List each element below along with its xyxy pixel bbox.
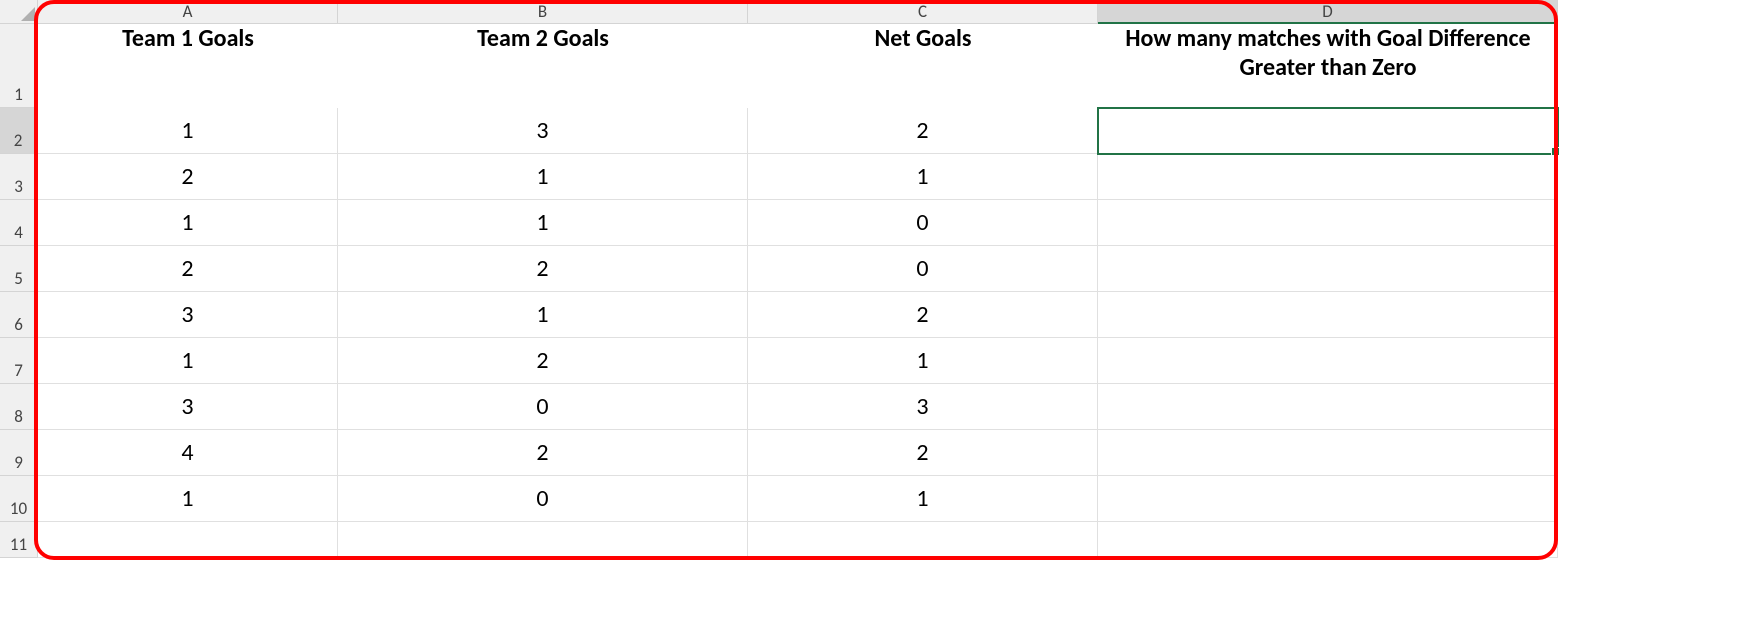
- cell-A5[interactable]: 2: [38, 246, 338, 292]
- cell-D5[interactable]: [1098, 246, 1558, 292]
- cell-C5[interactable]: 0: [748, 246, 1098, 292]
- cell-C6[interactable]: 2: [748, 292, 1098, 338]
- cell-text: Net Goals: [748, 24, 1098, 108]
- cell-text: 3: [536, 116, 548, 145]
- cell-B7[interactable]: 2: [338, 338, 748, 384]
- cell-C7[interactable]: 1: [748, 338, 1098, 384]
- cell-text: 1: [916, 162, 928, 191]
- cell-C8[interactable]: 3: [748, 384, 1098, 430]
- cell-text: 3: [916, 392, 928, 421]
- cell-text: 1: [181, 484, 193, 513]
- cell-text: Team 2 Goals: [338, 24, 748, 108]
- cell-D3[interactable]: [1098, 154, 1558, 200]
- cell-text: 3: [181, 392, 193, 421]
- cell-text: 2: [916, 300, 928, 329]
- cell-text: 2: [916, 438, 928, 467]
- col-header-B[interactable]: B: [338, 0, 748, 24]
- cell-text: 0: [536, 392, 548, 421]
- row-header-7[interactable]: 7: [0, 338, 38, 384]
- cell-A9[interactable]: 4: [38, 430, 338, 476]
- cell-text: 1: [536, 208, 548, 237]
- cell-B4[interactable]: 1: [338, 200, 748, 246]
- cell-A6[interactable]: 3: [38, 292, 338, 338]
- cell-C11[interactable]: [748, 522, 1098, 558]
- cell-text: 2: [181, 254, 193, 283]
- cell-text: 1: [536, 162, 548, 191]
- cell-D6[interactable]: [1098, 292, 1558, 338]
- row-header-2[interactable]: 2: [0, 108, 38, 154]
- cell-B2[interactable]: 3: [338, 108, 748, 154]
- cell-D7[interactable]: [1098, 338, 1558, 384]
- cell-text: 1: [916, 484, 928, 513]
- row-header-5[interactable]: 5: [0, 246, 38, 292]
- cell-C9[interactable]: 2: [748, 430, 1098, 476]
- cell-D4[interactable]: [1098, 200, 1558, 246]
- cell-text: 1: [536, 300, 548, 329]
- cell-text: 4: [181, 438, 193, 467]
- cell-C2[interactable]: 2: [748, 108, 1098, 154]
- select-all-corner[interactable]: [0, 0, 38, 24]
- cell-text: 0: [536, 484, 548, 513]
- cell-B10[interactable]: 0: [338, 476, 748, 522]
- cell-B8[interactable]: 0: [338, 384, 748, 430]
- row-header-9[interactable]: 9: [0, 430, 38, 476]
- cell-text: 0: [916, 208, 928, 237]
- row-header-6[interactable]: 6: [0, 292, 38, 338]
- cell-text: 2: [181, 162, 193, 191]
- cell-D8[interactable]: [1098, 384, 1558, 430]
- cell-A11[interactable]: [38, 522, 338, 558]
- cell-text: 0: [916, 254, 928, 283]
- cell-C10[interactable]: 1: [748, 476, 1098, 522]
- cell-text: 1: [181, 208, 193, 237]
- spreadsheet-grid: A B C D 1 Team 1 Goals Team 2 Goals Net …: [0, 0, 1761, 558]
- cell-A10[interactable]: 1: [38, 476, 338, 522]
- cell-D10[interactable]: [1098, 476, 1558, 522]
- col-header-C[interactable]: C: [748, 0, 1098, 24]
- cell-text: How many matches with Goal Difference Gr…: [1098, 24, 1558, 108]
- cell-text: 2: [916, 116, 928, 145]
- row-header-8[interactable]: 8: [0, 384, 38, 430]
- cell-text: 2: [536, 438, 548, 467]
- cell-D9[interactable]: [1098, 430, 1558, 476]
- cell-text: 1: [181, 346, 193, 375]
- cell-C3[interactable]: 1: [748, 154, 1098, 200]
- col-header-D[interactable]: D: [1098, 0, 1558, 24]
- row-header-4[interactable]: 4: [0, 200, 38, 246]
- cell-text: 1: [181, 116, 193, 145]
- cell-B9[interactable]: 2: [338, 430, 748, 476]
- cell-text: 2: [536, 346, 548, 375]
- cell-D2[interactable]: [1098, 108, 1558, 154]
- cell-text: 3: [181, 300, 193, 329]
- cell-B3[interactable]: 1: [338, 154, 748, 200]
- row-header-10[interactable]: 10: [0, 476, 38, 522]
- cell-B6[interactable]: 1: [338, 292, 748, 338]
- cell-B11[interactable]: [338, 522, 748, 558]
- cell-B5[interactable]: 2: [338, 246, 748, 292]
- cell-text: 2: [536, 254, 548, 283]
- col-header-A[interactable]: A: [38, 0, 338, 24]
- cell-A4[interactable]: 1: [38, 200, 338, 246]
- cell-text: 1: [916, 346, 928, 375]
- cell-C4[interactable]: 0: [748, 200, 1098, 246]
- cell-A7[interactable]: 1: [38, 338, 338, 384]
- cell-A8[interactable]: 3: [38, 384, 338, 430]
- row-header-11[interactable]: 11: [0, 522, 38, 558]
- cell-A2[interactable]: 1: [38, 108, 338, 154]
- cell-text: Team 1 Goals: [38, 24, 338, 108]
- row-header-3[interactable]: 3: [0, 154, 38, 200]
- cell-D11[interactable]: [1098, 522, 1558, 558]
- row-header-1[interactable]: 1: [0, 24, 38, 108]
- cell-A3[interactable]: 2: [38, 154, 338, 200]
